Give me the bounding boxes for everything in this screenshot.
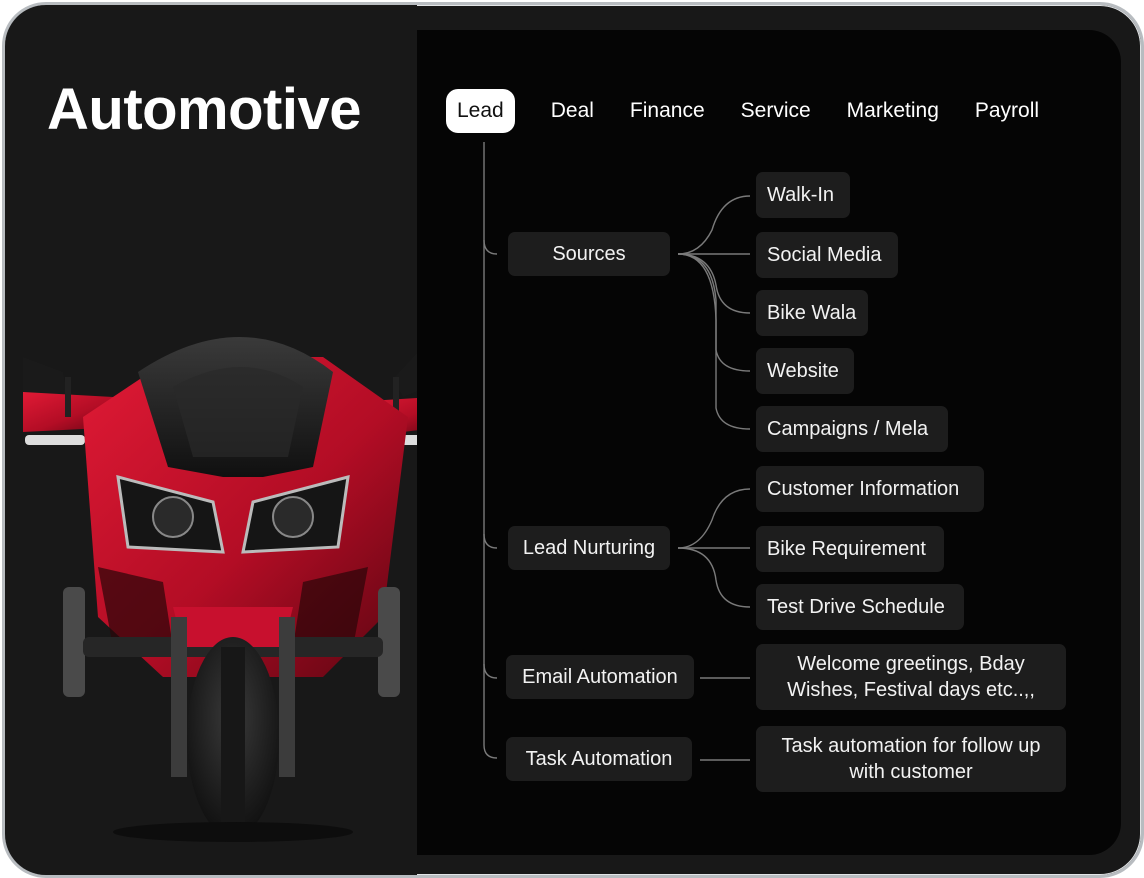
node-task-automation[interactable]: Task Automation [506, 737, 692, 781]
node-lead-nurturing[interactable]: Lead Nurturing [508, 526, 670, 570]
tab-marketing[interactable]: Marketing [829, 89, 957, 133]
leaf-test-drive-schedule[interactable]: Test Drive Schedule [756, 584, 964, 630]
tab-finance[interactable]: Finance [612, 89, 723, 133]
hero-panel: Automotive [5, 5, 458, 875]
leaf-customer-information[interactable]: Customer Information [756, 466, 984, 512]
page-title: Automotive [47, 77, 362, 142]
node-email-automation[interactable]: Email Automation [506, 655, 694, 699]
leaf-campaigns-mela[interactable]: Campaigns / Mela [756, 406, 948, 452]
leaf-bike-wala[interactable]: Bike Wala [756, 290, 868, 336]
detail-email-automation: Welcome greetings, Bday Wishes, Festival… [756, 644, 1066, 710]
leaf-bike-requirement[interactable]: Bike Requirement [756, 526, 944, 572]
tab-deal[interactable]: Deal [533, 89, 612, 133]
leaf-walk-in[interactable]: Walk-In [756, 172, 850, 218]
detail-task-automation: Task automation for follow up with custo… [756, 726, 1066, 792]
tab-payroll[interactable]: Payroll [957, 89, 1057, 133]
node-sources[interactable]: Sources [508, 232, 670, 276]
leaf-website[interactable]: Website [756, 348, 854, 394]
tab-service[interactable]: Service [723, 89, 829, 133]
leaf-social-media[interactable]: Social Media [756, 232, 898, 278]
module-tabs: Lead Deal Finance Service Marketing Payr… [446, 88, 1057, 134]
tab-lead[interactable]: Lead [446, 89, 515, 133]
motorcycle-image [23, 337, 458, 842]
